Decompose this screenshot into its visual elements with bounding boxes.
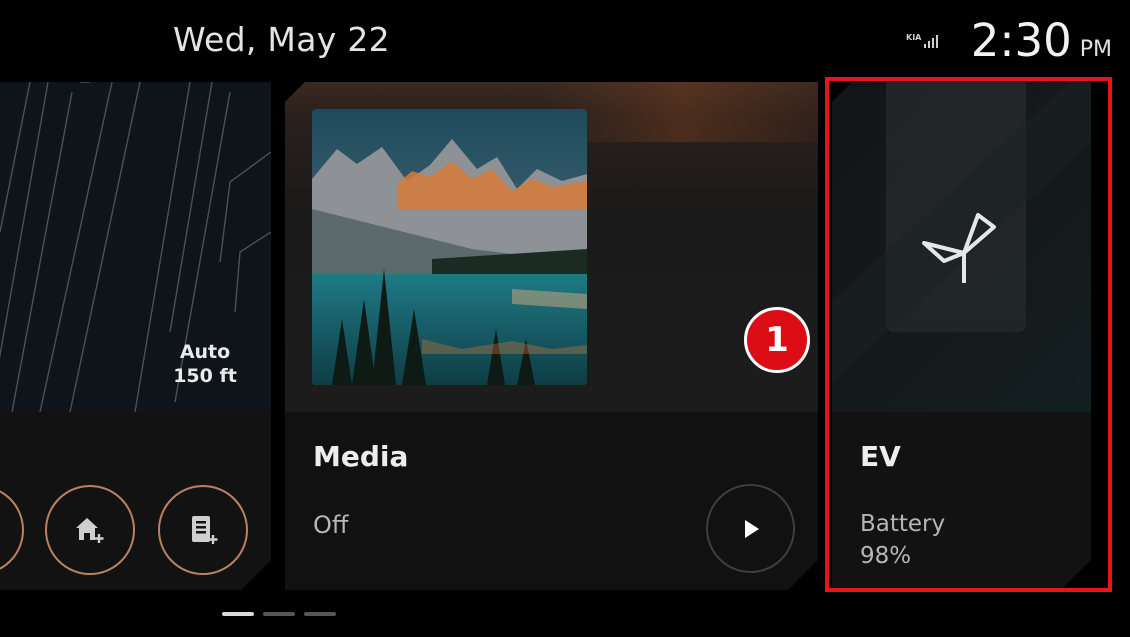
- media-title: Media: [313, 440, 409, 473]
- page-dot-1[interactable]: [222, 612, 254, 616]
- play-button[interactable]: [706, 484, 795, 573]
- building-add-button[interactable]: [158, 485, 248, 575]
- page-indicator[interactable]: [222, 612, 336, 616]
- album-art-image: [312, 109, 587, 385]
- signal-icon: KIA: [906, 33, 938, 48]
- status-clock: 2:30 PM: [971, 14, 1112, 67]
- media-status: Off: [313, 511, 349, 539]
- home-add-button[interactable]: [45, 485, 135, 575]
- navigation-shortcuts: [0, 412, 271, 590]
- building-add-icon: [192, 516, 218, 544]
- map-scale-mode: Auto: [179, 341, 231, 363]
- status-date: Wed, May 22: [173, 20, 390, 59]
- nav-shortcut-button-partial[interactable]: [0, 485, 24, 575]
- page-dot-3[interactable]: [304, 612, 336, 616]
- home-add-icon: [76, 518, 104, 543]
- clock-ampm: PM: [1079, 37, 1112, 62]
- page-dot-2[interactable]: [263, 612, 295, 616]
- play-icon: [744, 519, 759, 538]
- media-card[interactable]: Media Off: [285, 82, 818, 590]
- highlight-box: [825, 77, 1112, 592]
- clock-time: 2:30: [970, 14, 1072, 67]
- map-scale-distance: 150 ft: [173, 365, 237, 387]
- annotation-badge: 1: [744, 307, 810, 373]
- svg-text:KIA: KIA: [906, 33, 922, 42]
- map-view[interactable]: Auto 150 ft: [0, 82, 271, 412]
- album-art[interactable]: [312, 109, 587, 385]
- navigation-card[interactable]: Auto 150 ft: [0, 82, 271, 590]
- map-scale: Auto 150 ft: [170, 340, 240, 388]
